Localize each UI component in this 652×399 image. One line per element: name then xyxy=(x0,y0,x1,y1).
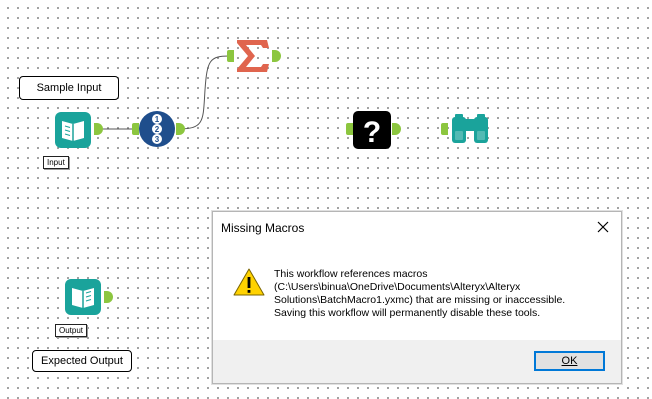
input-tool[interactable] xyxy=(53,111,93,149)
record-id-tool[interactable]: 1 2 3 xyxy=(138,110,176,148)
close-icon xyxy=(597,221,609,233)
input-tool-label: Input xyxy=(43,156,69,169)
missing-macro-tool[interactable]: ? xyxy=(353,111,391,149)
summarize-tool[interactable] xyxy=(233,37,271,75)
dialog-message-line: Solutions\BatchMacro1.yxmc) that are mis… xyxy=(274,294,566,306)
annotation-expected-output[interactable]: Expected Output xyxy=(32,350,132,372)
ok-button-label: OK xyxy=(561,355,578,367)
record-id-number-2: 2 xyxy=(155,125,160,134)
output-tool[interactable] xyxy=(63,278,103,316)
browse-tool[interactable] xyxy=(449,111,491,147)
missing-macros-dialog: Missing Macros This workflow references … xyxy=(212,211,622,384)
close-button[interactable] xyxy=(591,216,615,238)
dialog-message-line: (C:\Users\binua\OneDrive\Documents\Alter… xyxy=(274,281,521,293)
record-id-number-1: 1 xyxy=(155,115,160,124)
record-id-icon: 1 2 3 xyxy=(139,111,175,147)
warning-icon xyxy=(233,268,265,296)
question-mark-icon: ? xyxy=(353,111,391,149)
dialog-footer: OK xyxy=(213,340,621,383)
summation-icon xyxy=(237,40,269,72)
output-tool-label: Output xyxy=(55,324,88,337)
browse-input-anchor[interactable] xyxy=(441,123,448,135)
dialog-message-line: Saving this workflow will permanently di… xyxy=(274,307,541,319)
dialog-message-line: This workflow references macros xyxy=(274,268,428,280)
book-output-icon xyxy=(65,279,101,315)
svg-text:?: ? xyxy=(363,116,381,149)
book-input-icon xyxy=(55,112,91,148)
connection-recordid-summarize xyxy=(178,55,230,130)
record-id-number-3: 3 xyxy=(155,135,160,144)
ok-button[interactable]: OK xyxy=(534,351,605,371)
annotation-sample-input[interactable]: Sample Input xyxy=(19,76,119,100)
macro-input-anchor[interactable] xyxy=(346,123,353,135)
dialog-message: This workflow references macros (C:\User… xyxy=(274,268,614,320)
binoculars-icon xyxy=(452,114,488,143)
dialog-title: Missing Macros xyxy=(221,221,305,235)
